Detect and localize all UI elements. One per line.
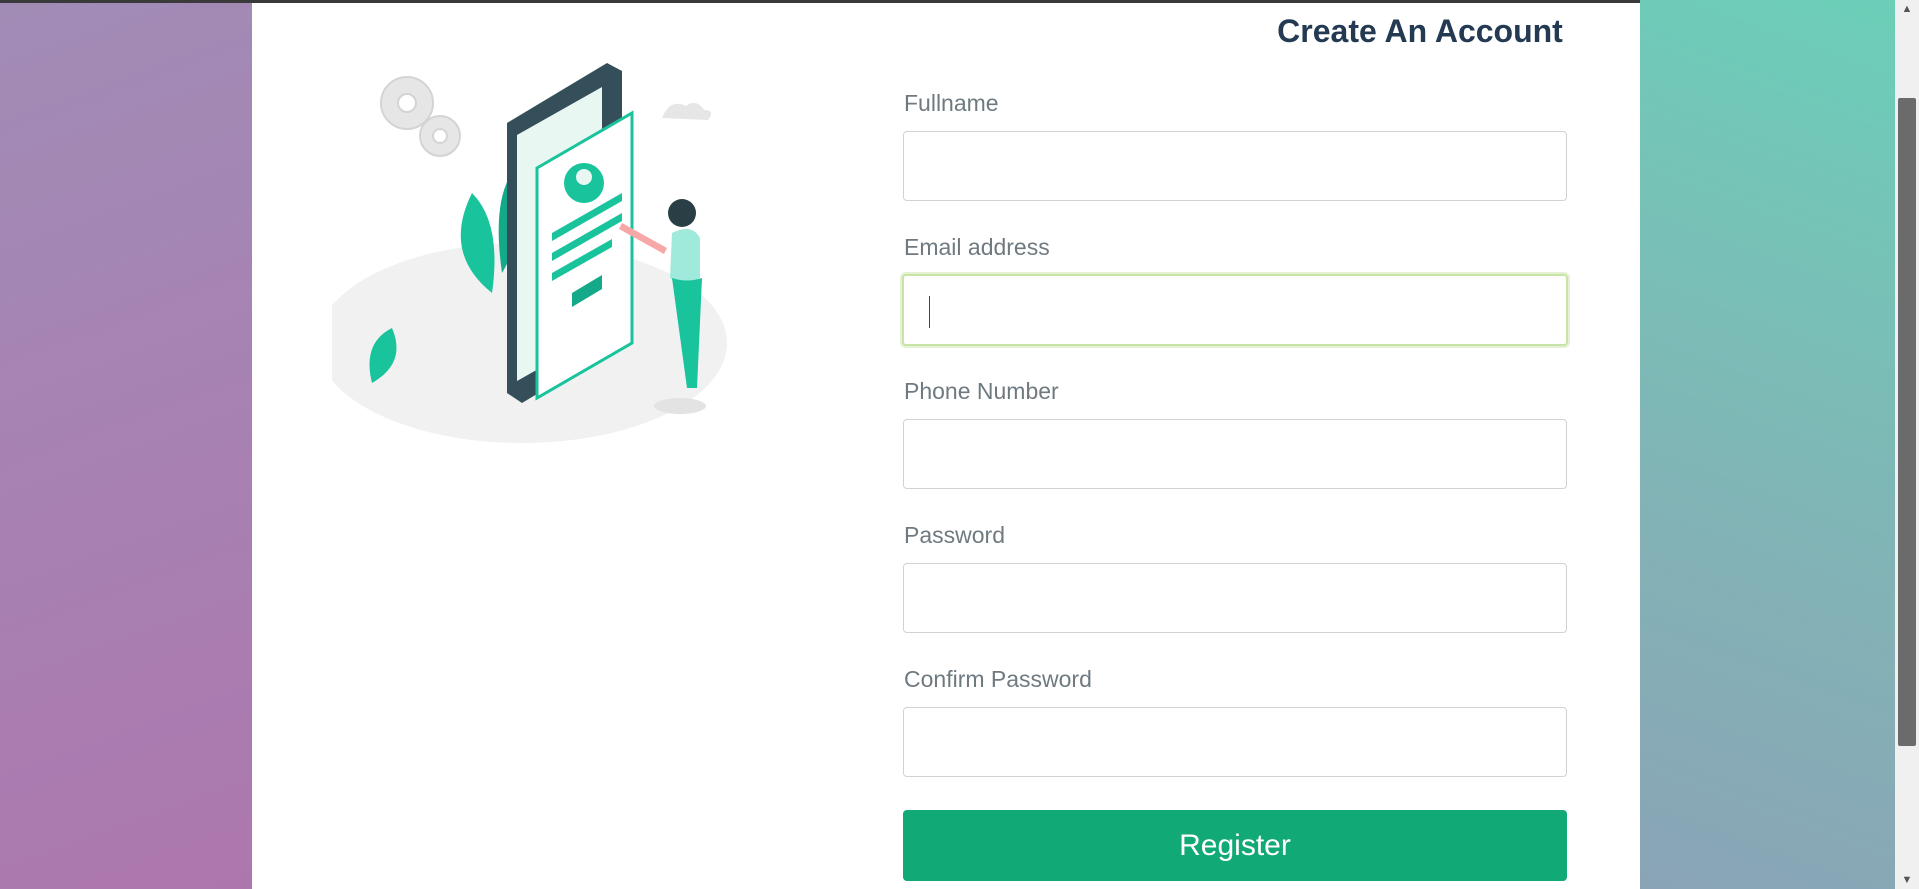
- scroll-up-arrow-icon[interactable]: ▲: [1895, 0, 1919, 18]
- cloud-icon: [662, 102, 712, 120]
- confirm-password-field: Confirm Password: [903, 665, 1569, 809]
- email-field: Email address: [902, 233, 1569, 377]
- scroll-down-arrow-icon[interactable]: ▼: [1895, 871, 1919, 889]
- fullname-field: Fullname: [903, 89, 1569, 233]
- background-right: [1640, 0, 1895, 889]
- phone-label: Phone Number: [904, 378, 1059, 404]
- password-label: Password: [904, 522, 1005, 548]
- page-title: Create An Account: [1277, 13, 1563, 49]
- fullname-input[interactable]: [903, 131, 1567, 201]
- page-scrollbar[interactable]: ▲ ▼: [1895, 0, 1919, 889]
- register-card: Create An Account Fullname Email address…: [252, 3, 1640, 889]
- phone-input[interactable]: [903, 419, 1567, 489]
- password-input[interactable]: [903, 563, 1567, 633]
- signup-illustration: [332, 63, 727, 443]
- phone-field: Phone Number: [903, 377, 1569, 521]
- email-label: Email address: [904, 234, 1050, 260]
- confirm-password-input[interactable]: [903, 707, 1567, 777]
- password-field: Password: [903, 521, 1569, 665]
- confirm-password-label: Confirm Password: [904, 666, 1092, 692]
- gear-icon: [380, 76, 461, 157]
- email-input[interactable]: [902, 274, 1568, 346]
- registration-form: Fullname Email address Phone Number Pass…: [902, 89, 1569, 809]
- scroll-thumb[interactable]: [1898, 98, 1916, 746]
- fullname-label: Fullname: [904, 90, 999, 116]
- text-caret: [929, 296, 930, 328]
- register-button[interactable]: Register: [903, 810, 1567, 881]
